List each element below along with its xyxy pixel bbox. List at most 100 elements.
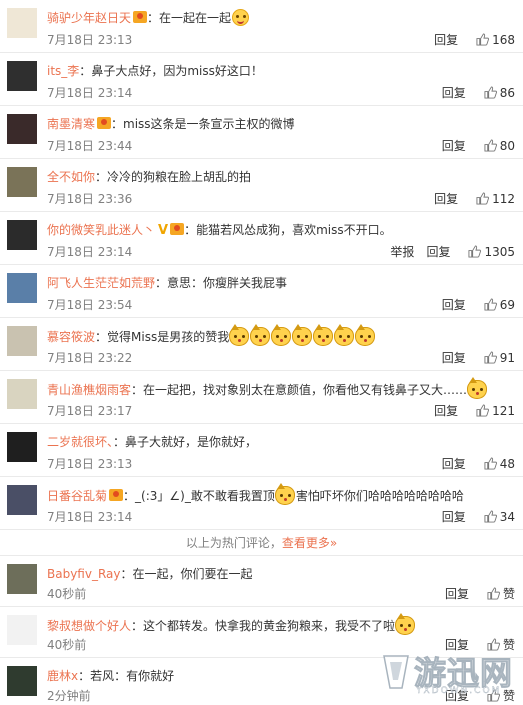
- avatar-image: [7, 8, 37, 38]
- report-link[interactable]: 举报: [390, 245, 414, 259]
- like-count: 168: [492, 33, 515, 47]
- comment-row: 骑驴少年赵日天 ：在一起在一起 7月18日 23:13 回复 168: [0, 0, 523, 53]
- thumbs-up-icon: [476, 33, 490, 46]
- reply-link[interactable]: 回复: [445, 587, 469, 601]
- member-badge-icon[interactable]: [133, 11, 148, 23]
- avatar-image: [7, 432, 37, 462]
- like-button[interactable]: 48: [484, 457, 515, 471]
- username-link[interactable]: 骑驴少年赵日天: [47, 11, 131, 25]
- username-link[interactable]: 全不如你: [47, 170, 95, 184]
- comment-time: 7月18日 23:14: [47, 245, 133, 259]
- member-badge-icon[interactable]: [109, 489, 124, 501]
- avatar[interactable]: [7, 379, 37, 409]
- reply-link[interactable]: 回复: [442, 298, 466, 312]
- avatar[interactable]: [7, 8, 37, 38]
- like-button[interactable]: 69: [484, 298, 515, 312]
- comment-text: 鼻子大点好，因为miss好这口！: [91, 64, 263, 78]
- username-link[interactable]: Babyfiv_Ray: [47, 567, 121, 581]
- thumbs-up-icon: [484, 457, 497, 470]
- comment-content: 青山渔樵烟雨客：在一起把，找对象别太在意颜值，你看他又有钱鼻子又大……: [47, 377, 515, 399]
- like-button[interactable]: 91: [484, 351, 515, 365]
- username-link[interactable]: 阿飞人生茫茫如荒野: [47, 276, 155, 290]
- avatar[interactable]: [7, 326, 37, 356]
- like-label: 赞: [502, 587, 515, 601]
- reply-link[interactable]: 回复: [434, 33, 458, 47]
- avatar[interactable]: [7, 61, 37, 91]
- avatar[interactable]: [7, 666, 37, 696]
- comment-text: 若风：有你就好: [90, 669, 175, 683]
- reply-link[interactable]: 回复: [442, 457, 466, 471]
- avatar-image: [7, 615, 37, 645]
- reply-link[interactable]: 回复: [426, 245, 450, 259]
- comment-row: 二岁就很坏、：鼻子大就好，是你就好， 7月18日 23:13 回复 48: [0, 424, 523, 477]
- thumbs-up-icon: [484, 86, 497, 99]
- username-link[interactable]: its_李: [47, 64, 79, 78]
- like-button[interactable]: 赞: [487, 587, 515, 601]
- comment-row: 慕容筱波：觉得Miss是男孩的赞我 7月18日 23:22 回复 91: [0, 318, 523, 371]
- comment-text: 冷冷的狗粮在脸上胡乱的拍: [107, 170, 252, 184]
- username-link[interactable]: 你的微笑乳此迷人丶: [47, 223, 155, 237]
- comment-row: 日番谷乱菊 ：_(:3」∠)_敢不敢看我置顶 害怕吓坏你们哈哈哈哈哈哈哈哈 7月18日…: [0, 477, 523, 530]
- view-more-link[interactable]: 查看更多»: [282, 536, 337, 550]
- colon-separator: ：: [155, 276, 168, 290]
- like-button[interactable]: 80: [484, 139, 515, 153]
- like-button[interactable]: 1305: [468, 245, 515, 259]
- comment-content: 骑驴少年赵日天 ：在一起在一起: [47, 9, 515, 27]
- like-button[interactable]: 34: [484, 510, 515, 524]
- colon-separator: ：: [184, 223, 197, 237]
- username-link[interactable]: 南墨清寒: [47, 117, 95, 131]
- reply-link[interactable]: 回复: [442, 351, 466, 365]
- username-link[interactable]: 慕容筱波: [47, 330, 95, 344]
- avatar[interactable]: [7, 615, 37, 645]
- like-count: 69: [499, 298, 515, 312]
- thumbs-up-icon: [487, 587, 500, 600]
- member-badge-icon[interactable]: [97, 117, 112, 129]
- cat-face-emoji: [271, 324, 292, 346]
- cat-face-emoji: [467, 377, 488, 399]
- like-button[interactable]: 121: [476, 404, 515, 418]
- cat-face-emoji: [274, 483, 295, 505]
- like-button[interactable]: 168: [476, 33, 515, 47]
- like-count: 112: [492, 192, 515, 206]
- reply-link[interactable]: 回复: [434, 192, 458, 206]
- cat-face-emoji: [250, 324, 271, 346]
- comment-time: 2分钟前: [47, 689, 91, 703]
- comment-time: 7月18日 23:54: [47, 298, 133, 312]
- avatar[interactable]: [7, 564, 37, 594]
- cat-face-emoji: [229, 324, 250, 346]
- comment-row: 南墨清寒 ：miss这条是一条宣示主权的微博 7月18日 23:44 回复 80: [0, 106, 523, 159]
- avatar[interactable]: [7, 220, 37, 250]
- comment-content: its_李：鼻子大点好，因为miss好这口！: [47, 62, 515, 80]
- avatar[interactable]: [7, 485, 37, 515]
- reply-link[interactable]: 回复: [442, 139, 466, 153]
- comment-time: 7月18日 23:44: [47, 139, 133, 153]
- reply-link[interactable]: 回复: [434, 404, 458, 418]
- hot-comments-divider: 以上为热门评论，查看更多»: [0, 530, 523, 556]
- username-link[interactable]: 黎叔想做个好人: [47, 619, 131, 633]
- username-link[interactable]: 鹿林x: [47, 669, 78, 683]
- username-link[interactable]: 日番谷乱菊: [47, 489, 107, 503]
- comment-content: 全不如你：冷冷的狗粮在脸上胡乱的拍: [47, 168, 515, 186]
- like-button[interactable]: 112: [476, 192, 515, 206]
- comment-text: 意思：你瘦胖关我屁事: [167, 276, 288, 290]
- comment-text: 觉得Miss是男孩的赞我: [107, 330, 230, 344]
- like-button[interactable]: 86: [484, 86, 515, 100]
- avatar[interactable]: [7, 114, 37, 144]
- comment-row: 阿飞人生茫茫如荒野：意思：你瘦胖关我屁事 7月18日 23:54 回复 69: [0, 265, 523, 318]
- avatar[interactable]: [7, 432, 37, 462]
- reply-link[interactable]: 回复: [442, 86, 466, 100]
- comment-text: miss这条是一条宣示主权的微博: [123, 117, 295, 131]
- site-logo-icon: [383, 655, 409, 689]
- avatar[interactable]: [7, 273, 37, 303]
- colon-separator: ：: [79, 64, 92, 78]
- username-link[interactable]: 青山渔樵烟雨客: [47, 383, 131, 397]
- username-link[interactable]: 二岁就很坏、: [47, 435, 113, 449]
- comment-time: 40秒前: [47, 638, 87, 652]
- avatar[interactable]: [7, 167, 37, 197]
- comment-row: 全不如你：冷冷的狗粮在脸上胡乱的拍 7月18日 23:36 回复 112: [0, 159, 523, 212]
- vip-v-icon: V: [158, 223, 169, 238]
- reply-link[interactable]: 回复: [442, 510, 466, 524]
- like-count: 86: [499, 86, 515, 100]
- colon-separator: ：: [123, 489, 136, 503]
- member-badge-icon[interactable]: [170, 223, 185, 235]
